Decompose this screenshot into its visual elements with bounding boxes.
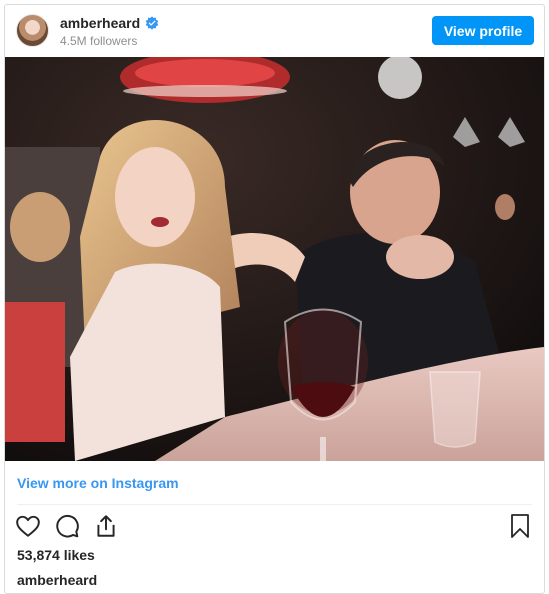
post-header: amberheard 4.5M followers View profile [5,5,544,57]
share-icon[interactable] [93,513,119,539]
follower-count: 4.5M followers [60,34,138,48]
comment-icon[interactable] [54,513,80,539]
heart-icon[interactable] [15,513,41,539]
username[interactable]: amberheard [60,15,140,31]
divider [17,504,532,505]
avatar[interactable] [16,14,49,47]
view-more-link[interactable]: View more on Instagram [17,475,179,491]
bookmark-icon[interactable] [508,513,532,539]
action-bar [15,513,119,539]
username-row: amberheard [60,15,159,31]
view-profile-button[interactable]: View profile [432,16,534,45]
photo-illustration [5,57,544,461]
post-photo[interactable] [5,57,544,461]
verified-badge-icon [145,16,159,30]
instagram-embed-card: amberheard 4.5M followers View profile V… [4,4,545,594]
like-count: 53,874 likes [17,547,95,563]
